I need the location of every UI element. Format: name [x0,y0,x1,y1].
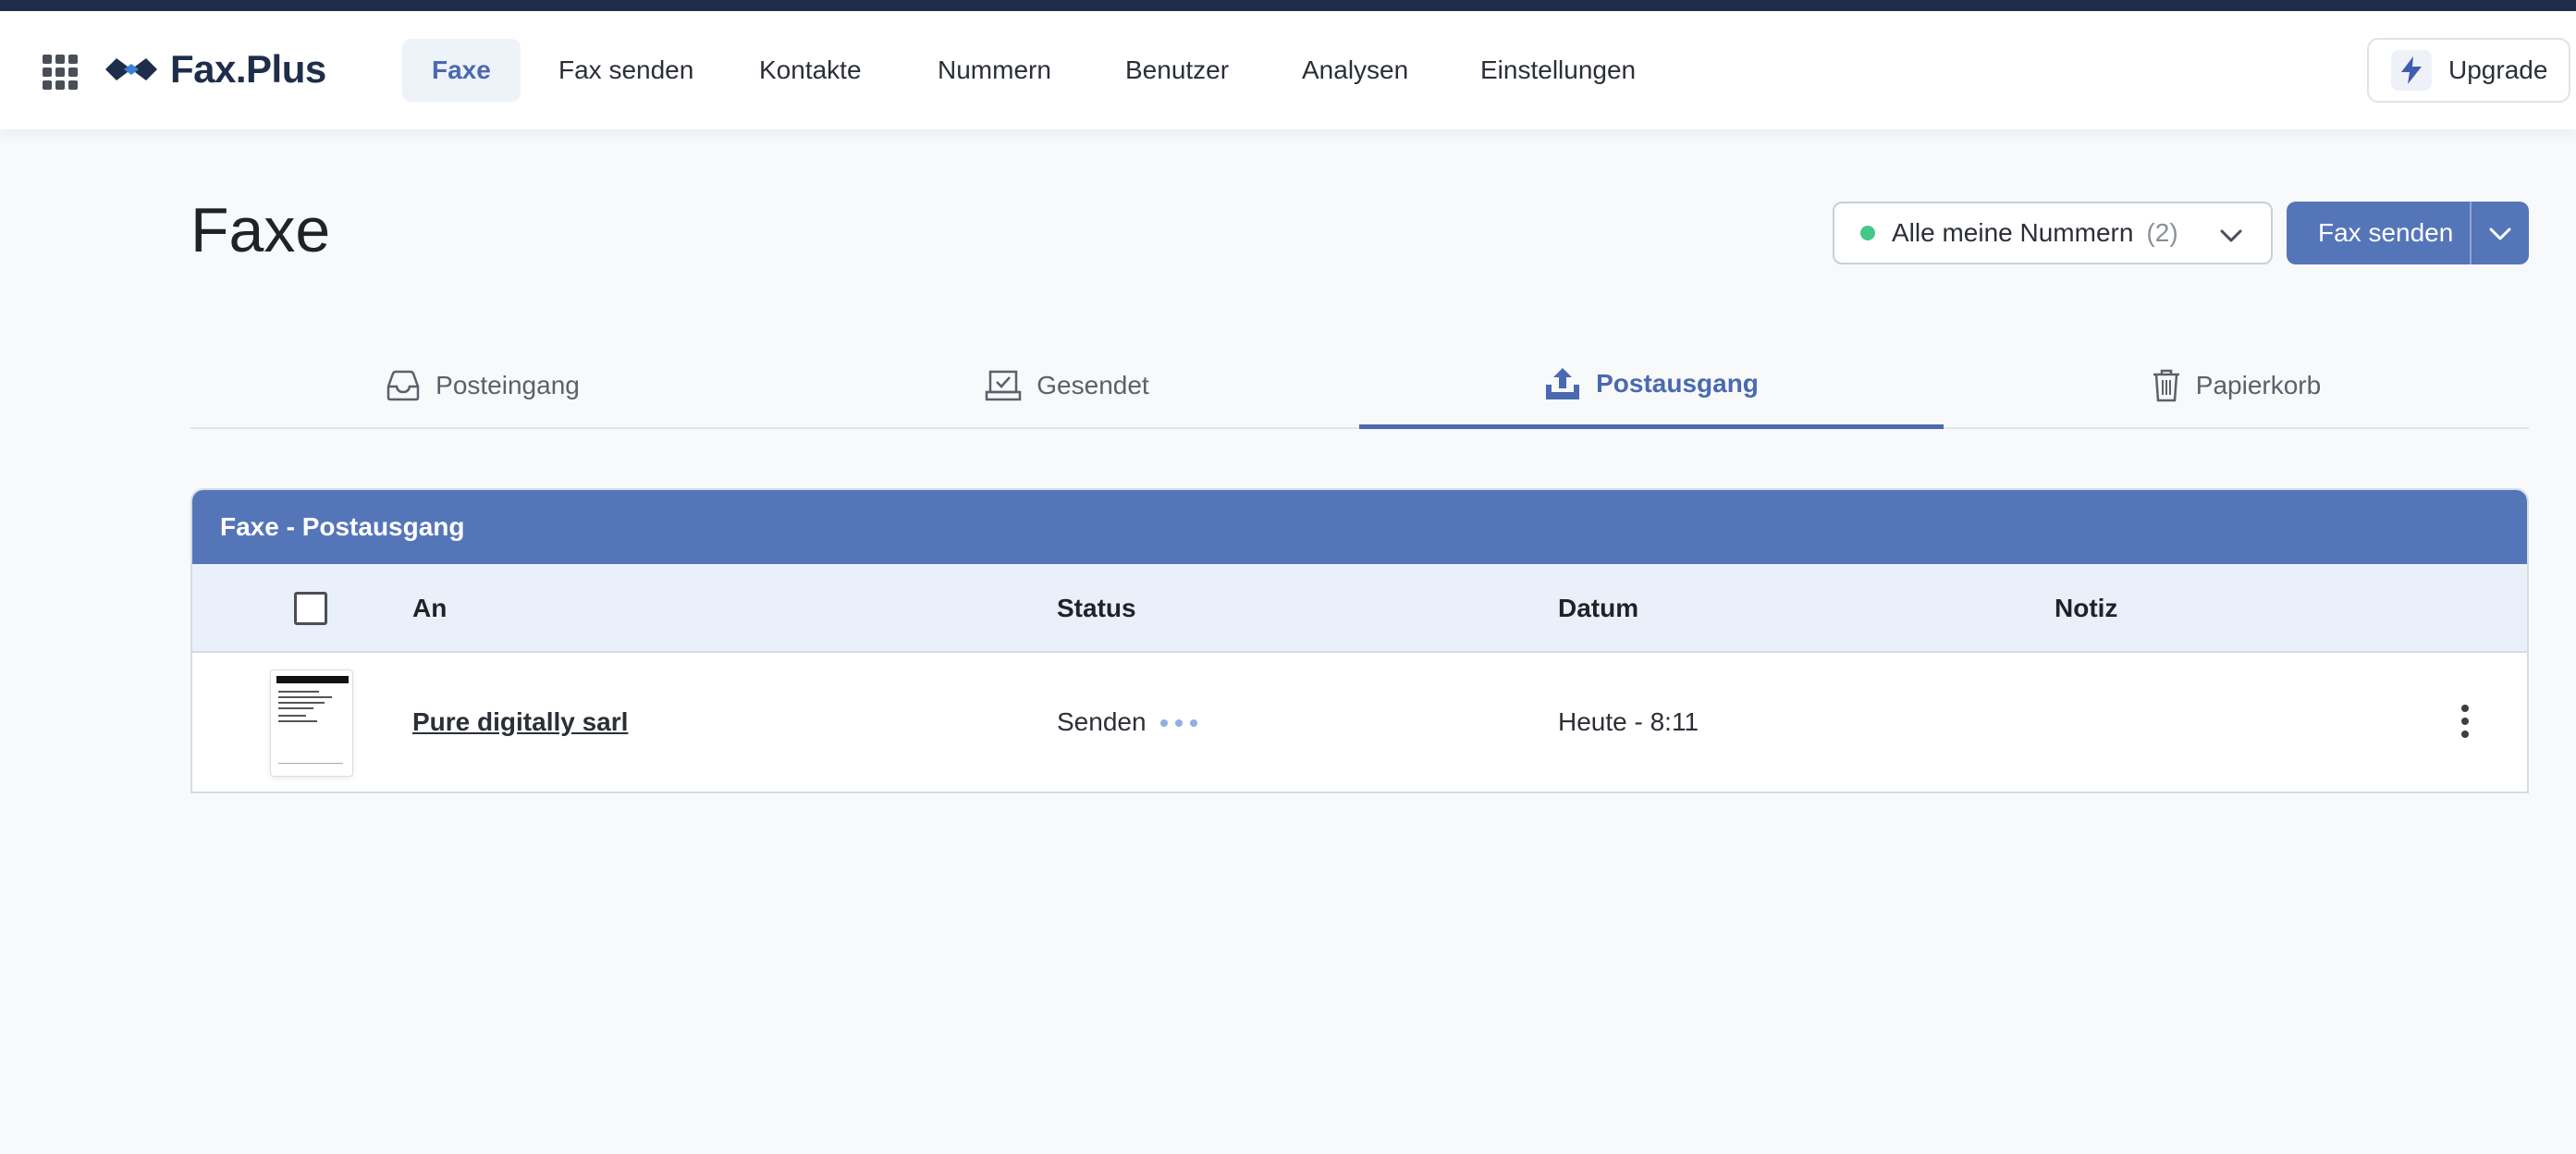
tab-papierkorb[interactable]: Papierkorb [1944,342,2529,429]
button-divider [2470,202,2472,264]
table-title: Faxe - Postausgang [192,490,2527,564]
numbers-filter-count: (2) [2146,218,2178,247]
thumbnail-text-line [278,691,319,693]
app-logo[interactable]: Fax.Plus [104,46,326,92]
column-header-note[interactable]: Notiz [2055,564,2117,653]
column-header-status[interactable]: Status [1057,564,1136,653]
select-all-checkbox[interactable] [294,592,327,625]
tab-posteingang[interactable]: Posteingang [190,342,775,429]
thumbnail-header-bar [276,676,349,683]
logo-mark-icon [105,58,157,80]
send-fax-button[interactable]: Fax senden [2287,202,2529,264]
nav-item-einstellungen[interactable]: Einstellungen [1480,39,1636,102]
numbers-filter-label: Alle meine Nummern [1892,218,2134,247]
nav-item-kontakte[interactable]: Kontakte [759,39,862,102]
thumbnail-text-line [278,707,313,709]
outbox-upload-icon [1546,367,1580,399]
top-navbar: Fax.Plus Faxe Fax senden Kontakte Nummer… [0,11,2576,129]
recipient-link[interactable]: Pure digitally sarl [412,653,628,792]
fax-document-thumbnail[interactable] [270,669,353,777]
column-header-date[interactable]: Datum [1558,564,1638,653]
outbox-fax-table: Faxe - Postausgang An Status Datum Notiz… [190,488,2529,793]
nav-item-fax-senden[interactable]: Fax senden [558,39,693,102]
nav-item-benutzer[interactable]: Benutzer [1125,39,1229,102]
send-options-chevron-icon[interactable] [2488,222,2512,246]
upgrade-label: Upgrade [2448,55,2548,84]
tab-postausgang[interactable]: Postausgang [1359,342,1944,429]
upgrade-button[interactable]: Upgrade [2367,38,2570,103]
thumbnail-text-line [278,720,317,722]
send-fax-button-label: Fax senden [2318,218,2454,247]
tab-label: Gesendet [1037,371,1149,399]
chevron-down-icon [2220,229,2242,242]
thumbnail-text-line [278,702,325,704]
page-title: Faxe [190,195,331,265]
tab-label: Posteingang [435,371,580,399]
logo-text: Fax.Plus [170,47,326,91]
fax-folder-tabs: Posteingang Gesendet Postausgang Papierk… [190,342,2529,429]
top-accent-strip [0,0,2576,11]
inbox-icon [386,370,420,401]
tab-gesendet[interactable]: Gesendet [775,342,1359,429]
date-text: Heute - 8:11 [1558,707,1699,736]
sending-progress-dots-icon [1160,719,1197,727]
numbers-filter-dropdown[interactable]: Alle meine Nummern (2) [1833,202,2273,264]
table-row[interactable]: Pure digitally sarl Senden Heute - 8:11 [192,653,2527,792]
thumbnail-footer-line [278,763,343,764]
lightning-icon [2401,56,2422,84]
more-options-icon[interactable] [2454,703,2476,740]
nav-item-nummern[interactable]: Nummern [938,39,1051,102]
thumbnail-text-line [278,715,306,717]
trash-icon [2153,369,2179,402]
sent-icon [986,370,1022,401]
apps-grid-icon[interactable] [43,55,78,90]
nav-item-analysen[interactable]: Analysen [1302,39,1408,102]
nav-item-faxe[interactable]: Faxe [402,39,521,102]
status-text: Senden [1057,707,1147,736]
tab-label: Papierkorb [2195,371,2322,399]
column-header-to[interactable]: An [412,564,447,653]
status-dot [1860,226,1875,240]
thumbnail-text-line [278,696,332,698]
table-header-row: An Status Datum Notiz [192,564,2527,653]
upgrade-icon-box [2391,50,2432,91]
tab-label: Postausgang [1596,368,1759,398]
